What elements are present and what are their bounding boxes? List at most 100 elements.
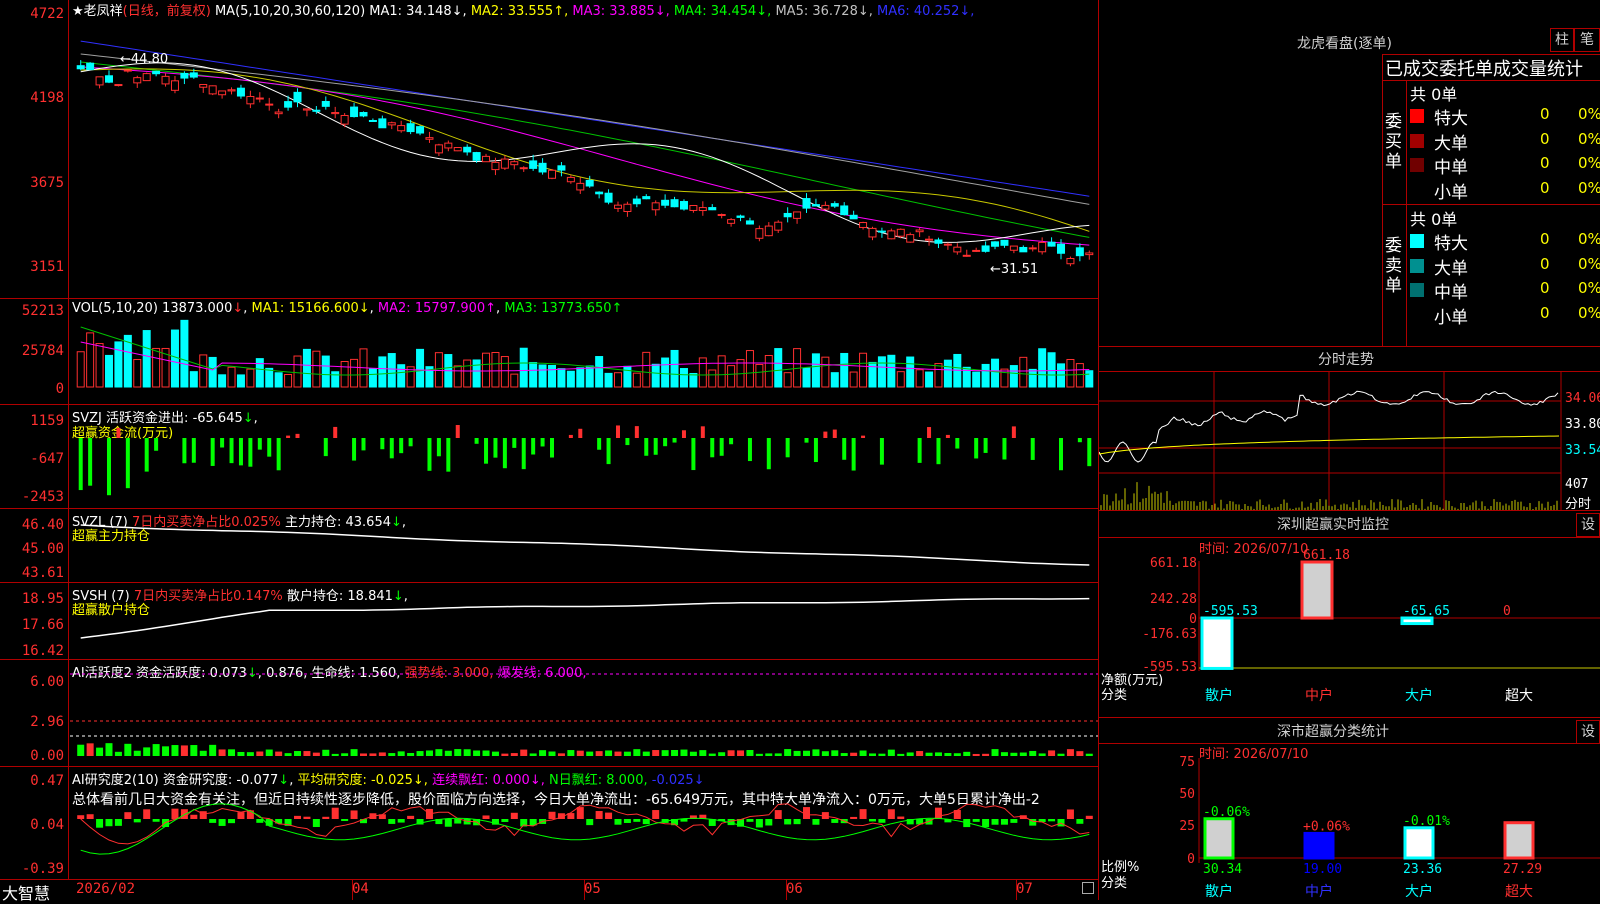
active-bar [369, 753, 377, 756]
candle-body [491, 161, 500, 171]
candle-body [642, 196, 651, 200]
lock-icon[interactable] [1082, 882, 1094, 894]
candle-body [859, 222, 868, 228]
svzl-panel[interactable]: SVZL (7) 7日内买卖净占比0.025% 主力持仓: 43.654↓, 超… [0, 509, 1098, 582]
candle-body [727, 219, 736, 224]
stats-category: 散户 [1205, 883, 1233, 900]
ai-research-panel[interactable]: AI研究度2(10) 资金研究度: -0.077↓, 平均研究度: -0.025… [0, 767, 1098, 879]
candle-body [189, 72, 198, 78]
candle-body [566, 176, 575, 183]
active-bar [1085, 753, 1093, 756]
active-bar [303, 751, 311, 756]
volume-bar [114, 341, 123, 388]
volume-bar [284, 373, 293, 388]
stats-panel[interactable]: 深市超赢分类统计 设 时间: 2026/07/10 75 50 25 0 -0.06% 3… [1099, 718, 1600, 900]
candle-body [293, 91, 302, 103]
stats-bar [1403, 826, 1435, 860]
row-pct: 0% [1578, 105, 1600, 123]
active-bar [906, 752, 914, 756]
candle-body [774, 221, 783, 231]
research-bar [510, 812, 518, 819]
flow-bar [747, 438, 752, 462]
active-bar [529, 753, 537, 756]
candle-body [472, 152, 481, 161]
row-label: 中单 [1434, 158, 1468, 178]
active-bar [718, 752, 726, 756]
monitor-panel[interactable]: 深圳超赢实时监控 设 时间: 2026/07/10 661.18 242.28 0-… [1099, 511, 1600, 717]
volume-bar [170, 329, 179, 388]
active-bar [218, 749, 226, 756]
main-kline-panel[interactable]: ★老凤祥(日线，前复权) MA(5,10,20,30,60,120) MA1: … [0, 0, 1098, 298]
row-pct: 0% [1578, 230, 1600, 248]
flow-bar [634, 426, 639, 438]
monitor-y-tick: 661.18 [1150, 556, 1197, 571]
column-view-button[interactable]: 柱 [1550, 28, 1574, 52]
candle-body [670, 199, 679, 208]
research-bar [1085, 815, 1093, 819]
active-bar [510, 753, 518, 756]
candle-body [906, 234, 915, 243]
active-bar [96, 747, 104, 756]
research-bar [1066, 809, 1074, 819]
active-bar [774, 753, 782, 756]
active-bar [934, 752, 942, 756]
intraday-panel[interactable]: 分时走势 34.06 33.80 33.54 407 分时 [1099, 347, 1600, 512]
ai-active-panel[interactable]: AI活跃度2 资金活跃度: 0.073↓, 0.876, 生命线: 1.560,… [0, 660, 1098, 766]
candle-body [406, 123, 415, 133]
research-bar [1076, 819, 1084, 824]
flow-bar [220, 438, 225, 448]
color-swatch [1410, 258, 1424, 273]
active-bar [878, 753, 886, 756]
candle-body [444, 142, 453, 149]
volume-bar [434, 352, 443, 388]
research-bar [397, 819, 405, 823]
candle-body [170, 80, 179, 91]
active-bar [143, 747, 151, 756]
flow-bar [78, 438, 83, 491]
candle-body [764, 225, 773, 237]
active-bar [1038, 753, 1046, 756]
volume-bar [774, 348, 783, 388]
flow-bar [238, 438, 243, 466]
flow-bar [1011, 426, 1016, 438]
stats-value: 23.36 [1403, 862, 1442, 877]
volume-bar [717, 355, 726, 388]
research-bar [77, 815, 85, 819]
svsh-panel[interactable]: SVSH (7) 7日内买卖净占比0.147% 散户持仓: 18.841↓, 超… [0, 583, 1098, 659]
research-bar [642, 819, 650, 825]
row-count: 0 [1540, 254, 1550, 273]
active-bar [925, 752, 933, 756]
active-bar [378, 752, 386, 756]
stats-pct: +0.06% [1303, 819, 1350, 834]
volume-panel[interactable]: VOL(5,10,20) 13873.000↓, MA1: 15166.600↓… [0, 299, 1098, 404]
flow-bar [295, 433, 300, 438]
active-bar [162, 746, 170, 756]
active-bar [850, 752, 858, 756]
volume-bar [1075, 363, 1084, 388]
high-value: 44.80 [130, 52, 169, 67]
active-bar [793, 750, 801, 756]
volume-bar [180, 319, 189, 388]
tick-view-button[interactable]: 笔 [1574, 28, 1600, 52]
candle-body [529, 160, 538, 169]
research-bar [548, 811, 556, 819]
candle-body [302, 108, 311, 111]
flow-bar [512, 438, 517, 448]
volume-bar [312, 350, 321, 388]
active-bar [633, 749, 641, 756]
ma-line-1 [80, 40, 1090, 197]
row-label: 小单 [1434, 307, 1468, 328]
svzj-panel[interactable]: SVZJ 活跃资金进出: -65.645↓, 超赢资金流(万元) 1159 -6… [0, 405, 1098, 508]
research-bar [294, 815, 302, 819]
candle-body [962, 254, 971, 257]
candle-body [482, 155, 491, 163]
flow-bar [229, 438, 234, 464]
flow-bar [144, 438, 149, 472]
active-bar [727, 750, 735, 756]
volume-bar [642, 351, 651, 388]
active-bar [765, 753, 773, 756]
research-bar [850, 816, 858, 819]
volume-bar [1009, 365, 1018, 388]
volume-bar [397, 364, 406, 388]
stats-bar [1203, 817, 1235, 860]
